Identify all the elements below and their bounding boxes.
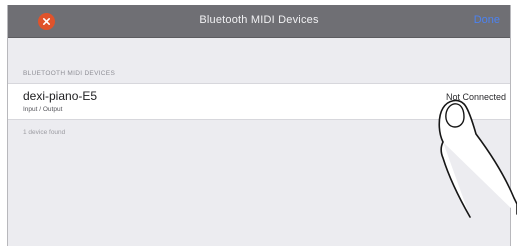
done-button[interactable]: Done <box>474 14 500 26</box>
page-title: Bluetooth MIDI Devices <box>199 14 319 26</box>
screen: Bluetooth MIDI Devices Done BLUETOOTH MI… <box>0 0 517 246</box>
device-count-text: 1 device found <box>23 129 66 136</box>
device-name: dexi-piano-E5 <box>23 89 98 103</box>
section-header: BLUETOOTH MIDI DEVICES <box>23 70 116 77</box>
top-border <box>0 0 517 5</box>
navigation-bar: Bluetooth MIDI Devices Done <box>8 5 510 38</box>
midi-devices-dialog: Bluetooth MIDI Devices Done BLUETOOTH MI… <box>7 5 511 246</box>
device-io-type: Input / Output <box>23 106 63 113</box>
connection-status[interactable]: Not Connected <box>446 92 506 102</box>
device-row[interactable]: dexi-piano-E5 Input / Output Not Connect… <box>8 83 510 120</box>
